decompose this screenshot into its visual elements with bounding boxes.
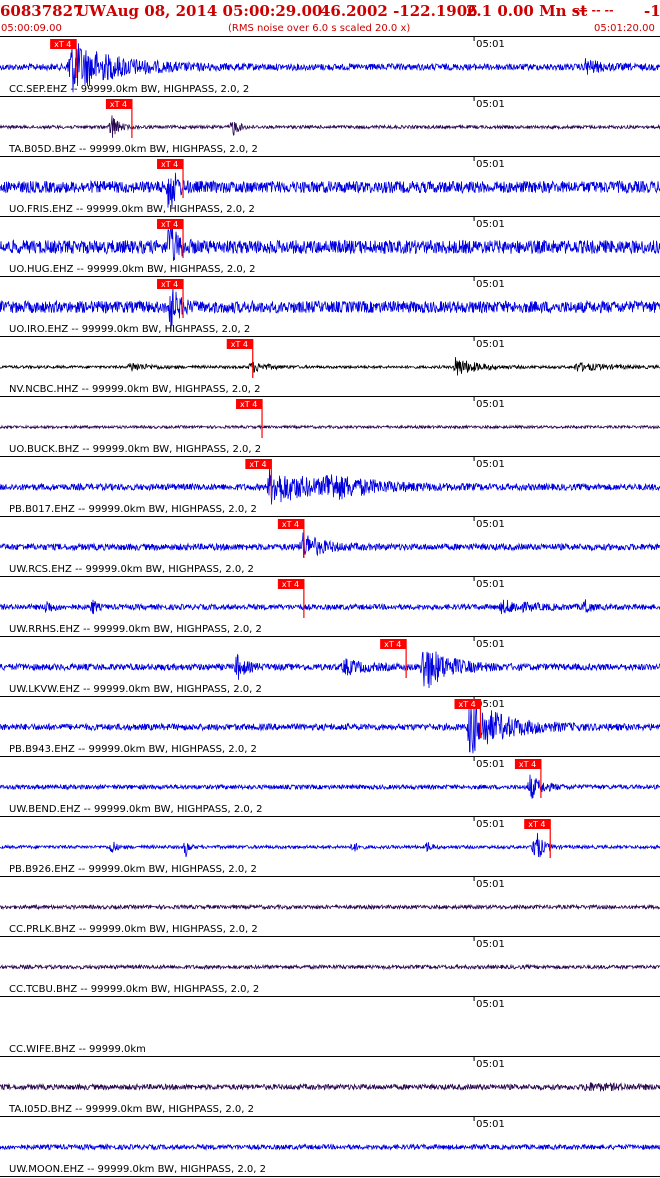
time-range-header: 05:00:09.00 (RMS noise over 6.0 s scaled… [0, 22, 660, 36]
waveform-panel: 05:01 xT 4 CC.SEP.EHZ -- 99999.0km BW, HIG… [0, 36, 660, 1175]
waveform-line [0, 963, 660, 971]
time-tick-label: 05:01 [476, 1119, 505, 1130]
waveform-line [0, 651, 660, 689]
event-lat-lon: 46.2002 -122.1906 [320, 2, 478, 20]
waveform-line [0, 424, 660, 430]
pick-label: xT 4 [161, 160, 178, 169]
event-magnitude: 2.1 0.00 Mn st [466, 2, 588, 20]
pick-label: xT 4 [54, 40, 71, 49]
waveform-line [0, 115, 660, 138]
waveform-line [0, 532, 660, 558]
channel-label: UO.HUG.EHZ -- 99999.0km BW, HIGHPASS, 2.… [9, 264, 255, 275]
time-tick-label: 05:01 [476, 639, 505, 650]
pick-label: xT 4 [384, 640, 401, 649]
pick-label: xT 4 [110, 100, 127, 109]
waveform-line [0, 172, 660, 208]
event-header: 60837827 UW Aug 08, 2014 05:00:29.00 46.… [0, 0, 660, 22]
time-tick-label: 05:01 [476, 999, 505, 1010]
pick-label: xT 4 [282, 520, 299, 529]
channel-label: UW.MOON.EHZ -- 99999.0km BW, HIGHPASS, 2… [9, 1164, 266, 1175]
time-tick-label: 05:01 [476, 39, 505, 50]
time-tick-label: 05:01 [476, 279, 505, 290]
time-tick-label: 05:01 [476, 579, 505, 590]
channel-label: TA.I05D.BHZ -- 99999.0km BW, HIGHPASS, 2… [8, 1104, 254, 1115]
pick-label: xT 4 [528, 820, 545, 829]
waveform-line [0, 1082, 660, 1092]
time-tick-label: 05:01 [476, 759, 505, 770]
waveform-line [0, 599, 660, 615]
channel-label: CC.PRLK.BHZ -- 99999.0km BW, HIGHPASS, 2… [9, 924, 258, 935]
channel-label: CC.WIFE.BHZ -- 99999.0km [9, 1044, 146, 1055]
event-network: UW [76, 2, 106, 20]
time-tick-label: 05:01 [476, 339, 505, 350]
pick-label: xT 4 [282, 580, 299, 589]
channel-label: UW.LKVW.EHZ -- 99999.0km BW, HIGHPASS, 2… [9, 684, 262, 695]
channel-label: UO.BUCK.BHZ -- 99999.0km BW, HIGHPASS, 2… [9, 444, 261, 455]
waveform-line [0, 903, 660, 911]
channel-label: PB.B926.EHZ -- 99999.0km BW, HIGHPASS, 2… [9, 864, 257, 875]
channel-label: PB.B017.EHZ -- 99999.0km BW, HIGHPASS, 2… [9, 504, 257, 515]
time-tick-label: 05:01 [476, 819, 505, 830]
time-tick-label: 05:01 [476, 219, 505, 230]
pick-label: xT 4 [249, 460, 266, 469]
waveform-line [0, 1143, 660, 1151]
event-id: 60837827 [0, 2, 84, 20]
channel-label: CC.SEP.EHZ -- 99999.0km BW, HIGHPASS, 2.… [9, 84, 249, 95]
seismogram-page: 60837827 UW Aug 08, 2014 05:00:29.00 46.… [0, 0, 660, 1178]
waveform-line [0, 220, 660, 261]
pick-label: xT 4 [519, 760, 536, 769]
channel-label: PB.B943.EHZ -- 99999.0km BW, HIGHPASS, 2… [9, 744, 257, 755]
end-time: 05:01:20.00 [594, 23, 655, 34]
pick-label: xT 4 [161, 280, 178, 289]
bottom-border [0, 1176, 660, 1177]
time-tick-label: 05:01 [476, 1059, 505, 1070]
channel-label: CC.TCBU.BHZ -- 99999.0km BW, HIGHPASS, 2… [9, 984, 259, 995]
time-tick-label: 05:01 [476, 939, 505, 950]
channel-label: UW.BEND.EHZ -- 99999.0km BW, HIGHPASS, 2… [9, 804, 263, 815]
event-datetime: Aug 08, 2014 05:00:29.00 [106, 2, 323, 20]
waveform-line [0, 357, 660, 376]
pick-label: xT 4 [161, 220, 178, 229]
start-time: 05:00:09.00 [1, 23, 62, 34]
time-tick-label: 05:01 [476, 399, 505, 410]
channel-label: UO.FRIS.EHZ -- 99999.0km BW, HIGHPASS, 2… [9, 204, 255, 215]
event-dashes: --- -- -- [574, 4, 614, 17]
channel-label: TA.B05D.BHZ -- 99999.0km BW, HIGHPASS, 2… [8, 144, 258, 155]
waveform-line [0, 832, 660, 858]
waveform-line [0, 468, 660, 505]
waveform-line [0, 774, 660, 799]
rms-note: (RMS noise over 6.0 s scaled 20.0 x) [228, 23, 411, 34]
channel-label: UW.RRHS.EHZ -- 99999.0km BW, HIGHPASS, 2… [9, 624, 262, 635]
channel-label: UW.RCS.EHZ -- 99999.0km BW, HIGHPASS, 2.… [9, 564, 254, 575]
time-tick-label: 05:01 [476, 879, 505, 890]
time-tick-label: 05:01 [476, 519, 505, 530]
pick-label: xT 4 [240, 400, 257, 409]
channel-label: NV.NCBC.HHZ -- 99999.0km BW, HIGHPASS, 2… [9, 384, 260, 395]
time-tick-label: 05:01 [476, 459, 505, 470]
pick-label: xT 4 [231, 340, 248, 349]
event-tail: -1 [644, 2, 660, 20]
pick-label: xT 4 [458, 700, 475, 709]
time-tick-label: 05:01 [476, 159, 505, 170]
channel-label: UO.IRO.EHZ -- 99999.0km BW, HIGHPASS, 2.… [9, 324, 250, 335]
time-tick-label: 05:01 [476, 99, 505, 110]
